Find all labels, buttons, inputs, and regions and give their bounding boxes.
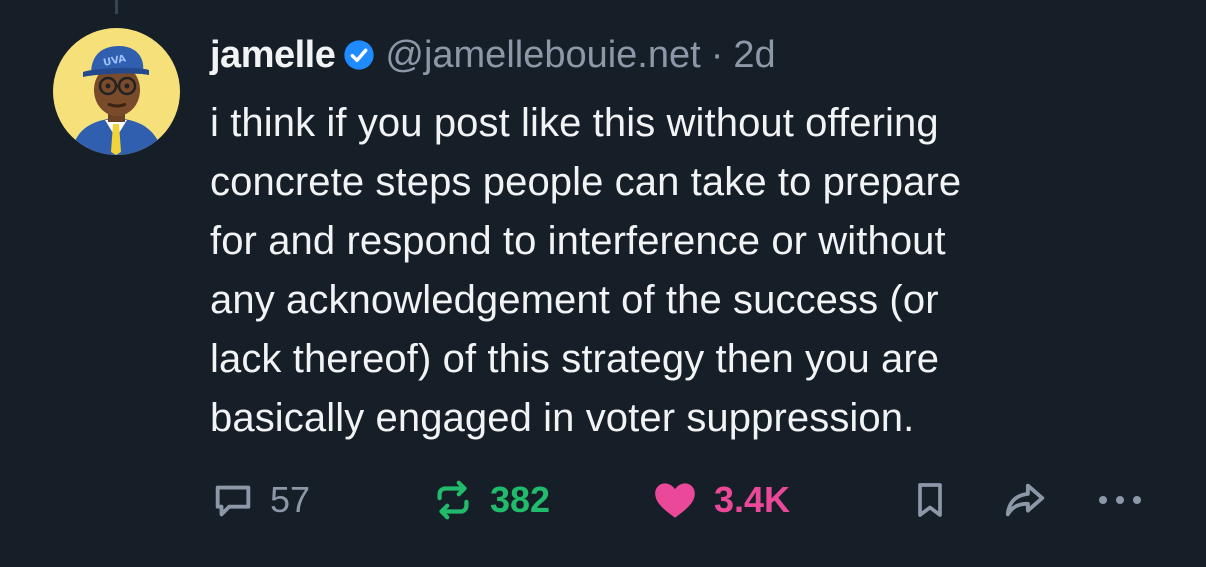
heart-icon	[655, 483, 695, 518]
more-options-button[interactable]	[1095, 475, 1145, 525]
header-separator: ·	[710, 33, 724, 76]
repost-count: 382	[490, 479, 551, 520]
repost-button[interactable]: 382	[430, 475, 550, 525]
reply-button[interactable]: 57	[210, 475, 310, 525]
share-button[interactable]	[1000, 475, 1050, 525]
avatar[interactable]: UVA	[53, 28, 180, 155]
avatar-illustration: UVA	[71, 46, 163, 155]
like-button[interactable]: 3.4K	[650, 475, 790, 525]
post-timestamp[interactable]: 2d	[733, 34, 775, 77]
thread-connector-line	[115, 0, 118, 14]
verified-badge-icon[interactable]	[343, 39, 375, 71]
reply-icon	[215, 485, 251, 517]
post-content: jamelle @jamellebouie.net · 2d i think i…	[210, 30, 1170, 448]
bookmark-icon	[918, 483, 942, 517]
author-handle[interactable]: @jamellebouie.net	[385, 34, 700, 77]
share-icon	[1005, 483, 1045, 517]
repost-icon	[437, 480, 469, 520]
like-count: 3.4K	[714, 479, 791, 520]
bookmark-button[interactable]	[910, 475, 950, 525]
more-icon	[1099, 496, 1141, 504]
post-header: jamelle @jamellebouie.net · 2d	[210, 30, 1170, 80]
reply-count: 57	[270, 479, 311, 520]
post-actions-bar: 57 382 3.4K	[210, 475, 1150, 525]
post-text: i think if you post like this without of…	[210, 101, 962, 440]
author-display-name[interactable]: jamelle	[210, 34, 336, 77]
